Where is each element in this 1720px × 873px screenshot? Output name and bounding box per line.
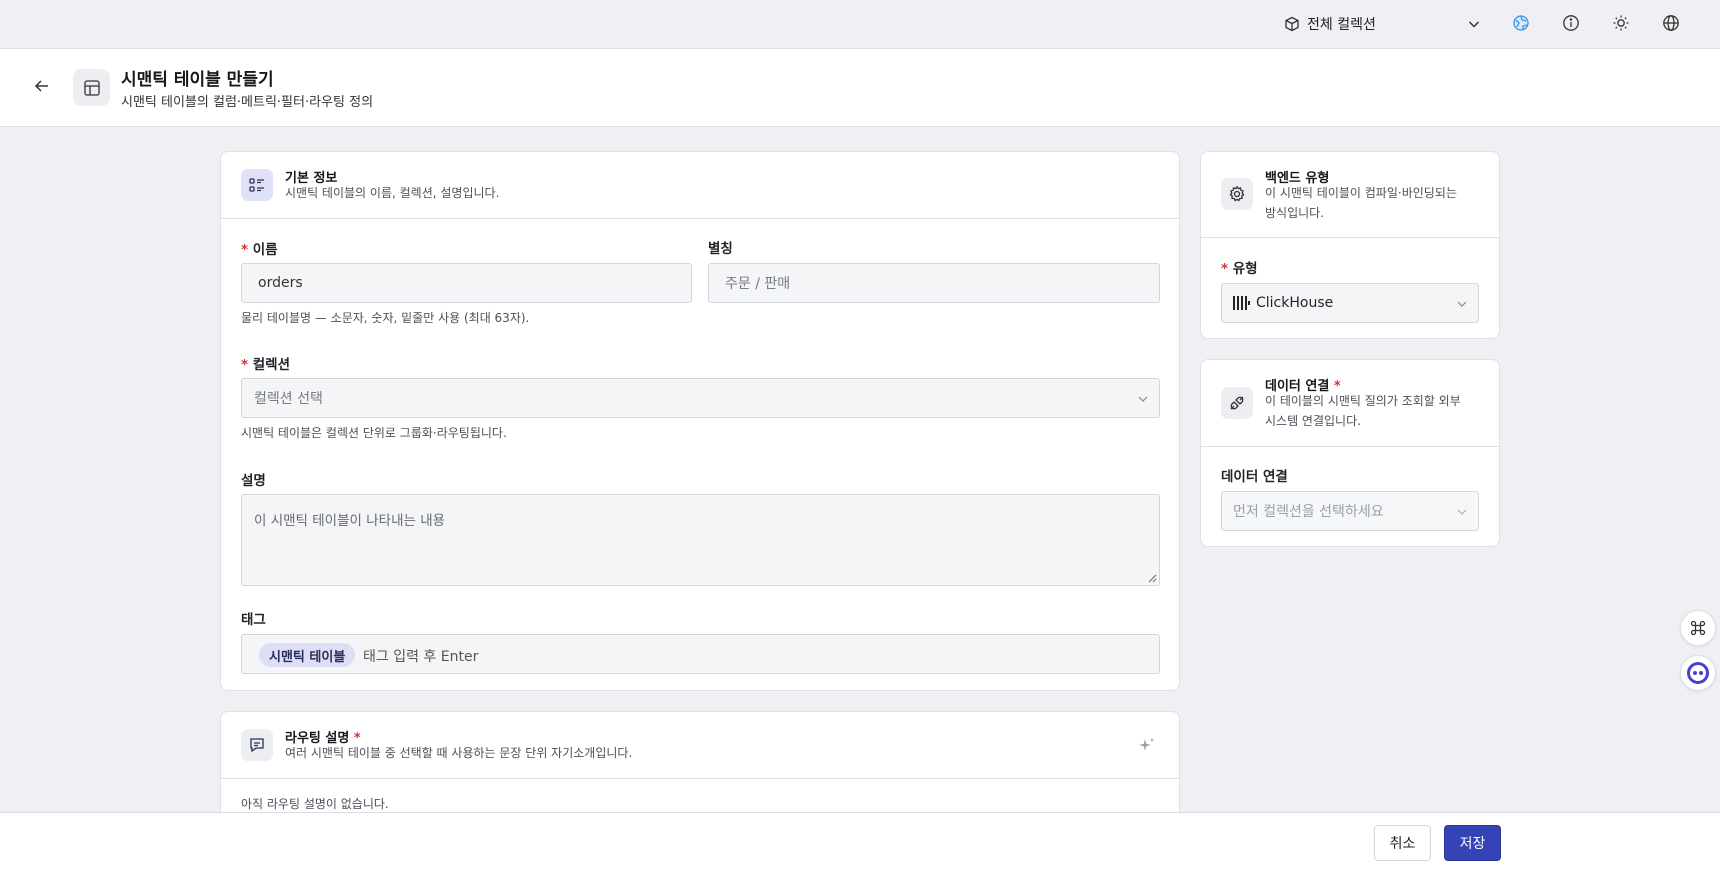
tags-input[interactable]: 시맨틱 테이블 태그 입력 후 Enter — [241, 634, 1160, 674]
collection-select[interactable]: 컬렉션 선택 — [241, 378, 1160, 418]
sparkle-icon[interactable] — [1139, 737, 1155, 753]
basic-info-description: 시맨틱 테이블의 이름, 컬렉션, 설명입니다. — [285, 186, 500, 200]
plug-icon — [1230, 396, 1244, 410]
backend-type-description-line2: 방식입니다. — [1265, 206, 1325, 220]
connection-status-icon[interactable] — [1512, 14, 1530, 32]
table-icon — [83, 79, 100, 96]
data-connection-header: 데이터 연결 * 이 테이블의 시맨틱 질의가 조회할 외부 시스템 연결입니다… — [1201, 360, 1499, 447]
resize-grip-icon[interactable] — [1148, 574, 1157, 583]
alias-input[interactable]: 주문 / 판매 — [708, 263, 1160, 303]
data-connection-description-line1: 이 테이블의 시맨틱 질의가 조회할 외부 — [1265, 394, 1461, 408]
required-marker: * — [241, 357, 253, 373]
data-connection-select[interactable]: 먼저 컬렉션을 선택하세요 — [1221, 491, 1479, 531]
description-label: 설명 — [241, 473, 266, 489]
page-icon-box — [73, 69, 110, 106]
bot-icon — [1687, 662, 1709, 684]
tag-chip[interactable]: 시맨틱 테이블 — [259, 643, 356, 667]
name-label: * 이름 — [241, 238, 278, 258]
page-title: 시맨틱 테이블 만들기 — [121, 70, 274, 90]
name-label-text: 이름 — [252, 242, 278, 258]
top-bar: 전체 컬렉션 — [0, 0, 1720, 49]
alias-label: 별칭 — [708, 241, 733, 257]
description-textarea[interactable]: 이 시맨틱 테이블이 나타내는 내용 — [241, 494, 1160, 586]
page-subtitle: 시맨틱 테이블의 컬럼·메트릭·필터·라우팅 정의 — [121, 95, 374, 110]
data-connection-description-line2: 시스템 연결입니다. — [1265, 414, 1361, 428]
footer-bar: 취소 저장 — [0, 812, 1720, 873]
routing-description: 여러 시맨틱 테이블 중 선택할 때 사용하는 문장 단위 자기소개입니다. — [285, 746, 633, 760]
collection-label: * 컬렉션 — [241, 353, 290, 373]
backend-type-label-text: 유형 — [1232, 261, 1258, 277]
backend-type-card: 백엔드 유형 이 시맨틱 테이블이 컴파일·바인딩되는 방식입니다. * 유형 … — [1200, 151, 1500, 339]
tags-placeholder: 태그 입력 후 Enter — [363, 649, 479, 665]
data-connection-placeholder: 먼저 컬렉션을 선택하세요 — [1233, 504, 1384, 520]
save-button[interactable]: 저장 — [1444, 825, 1501, 861]
globe-icon[interactable] — [1662, 14, 1680, 32]
basic-info-card: 기본 정보 시맨틱 테이블의 이름, 컬렉션, 설명입니다. * 이름 orde… — [220, 151, 1180, 691]
back-arrow-icon[interactable] — [32, 76, 52, 96]
message-icon — [250, 738, 264, 753]
info-icon[interactable] — [1562, 14, 1580, 32]
collection-hint: 시맨틱 테이블은 컬렉션 단위로 그룹화·라우팅됩니다. — [241, 426, 507, 440]
data-connection-card: 데이터 연결 * 이 테이블의 시맨틱 질의가 조회할 외부 시스템 연결입니다… — [1200, 359, 1500, 547]
basic-info-header: 기본 정보 시맨틱 테이블의 이름, 컬렉션, 설명입니다. — [221, 152, 1179, 219]
routing-icon-box — [241, 729, 273, 761]
name-hint: 물리 테이블명 — 소문자, 숫자, 밑줄만 사용 (최대 63자). — [241, 311, 530, 325]
description-placeholder: 이 시맨틱 테이블이 나타내는 내용 — [254, 513, 446, 529]
sun-icon[interactable] — [1612, 14, 1630, 32]
page-header: 시맨틱 테이블 만들기 시맨틱 테이블의 컬럼·메트릭·필터·라우팅 정의 — [0, 49, 1720, 127]
chevron-down-icon — [1457, 509, 1467, 515]
assistant-float-button[interactable] — [1680, 655, 1716, 691]
list-details-icon — [249, 178, 264, 192]
backend-type-value: ClickHouse — [1256, 295, 1334, 311]
command-float-button[interactable] — [1680, 610, 1716, 646]
tags-label: 태그 — [241, 612, 266, 628]
backend-type-header: 백엔드 유형 이 시맨틱 테이블이 컴파일·바인딩되는 방식입니다. — [1201, 152, 1499, 238]
collection-selector[interactable]: 전체 컬렉션 — [1284, 10, 1484, 38]
chevron-down-icon — [1138, 396, 1148, 402]
backend-type-icon-box — [1221, 178, 1253, 210]
backend-type-label: * 유형 — [1221, 257, 1258, 277]
chevron-down-icon — [1457, 301, 1467, 307]
required-marker: * — [241, 242, 253, 258]
data-connection-field-label: 데이터 연결 — [1221, 469, 1288, 485]
required-marker: * — [1221, 261, 1233, 277]
command-icon — [1690, 620, 1706, 636]
cancel-button[interactable]: 취소 — [1374, 825, 1431, 861]
backend-type-description-line1: 이 시맨틱 테이블이 컴파일·바인딩되는 — [1265, 186, 1457, 200]
gear-icon — [1229, 185, 1245, 202]
collection-select-placeholder: 컬렉션 선택 — [254, 391, 323, 407]
basic-info-icon-box — [241, 169, 273, 201]
name-input[interactable]: orders — [241, 263, 692, 303]
collection-label-text: 컬렉션 — [252, 357, 291, 373]
clickhouse-icon — [1233, 296, 1250, 310]
backend-type-select[interactable]: ClickHouse — [1221, 283, 1479, 323]
chevron-down-icon — [1468, 21, 1480, 28]
routing-empty-text: 아직 라우팅 설명이 없습니다. — [241, 797, 389, 811]
collection-selector-label: 전체 컬렉션 — [1307, 17, 1376, 33]
data-connection-icon-box — [1221, 387, 1253, 419]
cube-icon — [1285, 16, 1299, 32]
routing-header: 라우팅 설명 * 여러 시맨틱 테이블 중 선택할 때 사용하는 문장 단위 자… — [221, 712, 1179, 779]
